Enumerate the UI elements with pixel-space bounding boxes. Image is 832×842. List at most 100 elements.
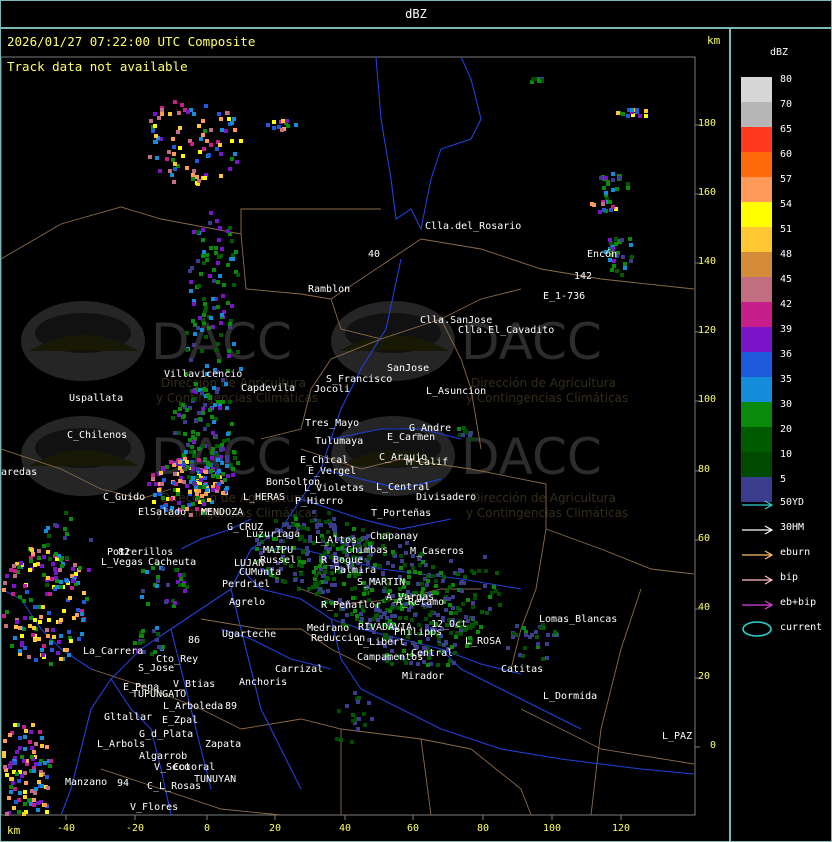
echo-cell [41, 653, 45, 657]
echo-cell [173, 100, 177, 104]
echo-cell [23, 584, 27, 588]
echo-cell [58, 568, 62, 572]
echo-cell [470, 569, 474, 573]
echo-cell [416, 582, 420, 586]
echo-cell [168, 112, 172, 116]
echo-cell [449, 631, 453, 635]
echo-cell [621, 255, 625, 259]
place-label: E_Chical [300, 455, 348, 466]
echo-cell [22, 599, 26, 603]
echo-cell [635, 108, 639, 112]
echo-cell [301, 526, 305, 530]
legend-swatch [741, 352, 772, 377]
echo-cell [448, 585, 452, 589]
legend-level-label: 45 [780, 274, 793, 285]
echo-cell [191, 319, 195, 323]
echo-cell [230, 239, 234, 243]
echo-cell [37, 549, 41, 553]
track-key-label: eb+bip [780, 597, 817, 608]
echo-cell [623, 262, 627, 266]
echo-cell [20, 755, 24, 759]
echo-cell [203, 309, 207, 313]
echo-cell [216, 475, 220, 479]
legend-level-label: 20 [780, 424, 793, 435]
echo-cell [223, 478, 227, 482]
echo-cell [220, 461, 224, 465]
place-label: C_Chilenos [67, 430, 127, 441]
echo-cell [14, 800, 18, 804]
echo-cell [11, 592, 15, 596]
echo-cell [215, 390, 219, 394]
legend-swatch [741, 277, 772, 302]
place-label: L_Violetas [304, 483, 364, 494]
echo-cell [471, 616, 475, 620]
x-tick-label: 60 [406, 823, 420, 834]
echo-cell [456, 572, 460, 576]
place-label: Ramblon [308, 284, 350, 295]
echo-cell [36, 808, 40, 812]
echo-cell [40, 564, 44, 568]
echo-cell [205, 139, 209, 143]
echo-cell [204, 470, 208, 474]
echo-cell [149, 119, 153, 123]
echo-cell [455, 631, 459, 635]
echo-cell [46, 543, 50, 547]
echo-cell [141, 629, 145, 633]
echo-cell [413, 570, 417, 574]
echo-cell [32, 798, 36, 802]
echo-cell [197, 447, 201, 451]
echo-cell [162, 478, 166, 482]
echo-cell [69, 517, 73, 521]
place-label: 86 [188, 635, 200, 646]
echo-cell [197, 179, 201, 183]
echo-cell [441, 579, 445, 583]
echo-cell [308, 539, 312, 543]
echo-cell [53, 523, 57, 527]
echo-cell [20, 634, 24, 638]
echo-cell [8, 733, 12, 737]
echo-cell [148, 155, 152, 159]
echo-cell [400, 559, 404, 563]
echo-cell [48, 764, 52, 768]
y-tick-label: 80 [698, 464, 711, 475]
echo-cell [424, 617, 428, 621]
echo-cell [214, 434, 218, 438]
echo-cell [367, 701, 371, 705]
echo-cell [310, 519, 314, 523]
echo-cell [33, 605, 37, 609]
echo-cell [488, 595, 492, 599]
echo-cell [374, 614, 378, 618]
echo-cell [459, 632, 463, 636]
echo-cell [200, 494, 204, 498]
echo-cell [464, 429, 468, 433]
place-label: Cotoral [173, 762, 215, 773]
echo-cell [67, 630, 71, 634]
echo-cell [209, 316, 213, 320]
echo-cell [454, 611, 458, 615]
echo-cell [70, 586, 74, 590]
track-key-label: current [780, 622, 823, 633]
place-label: CUMunta [239, 567, 281, 578]
place-label: Chapanay [370, 531, 418, 542]
track-key-label: eburn [780, 547, 811, 558]
echo-cell [174, 568, 178, 572]
echo-cell [614, 242, 618, 246]
legend-swatch [741, 102, 772, 127]
echo-cell [198, 485, 202, 489]
legend-swatch [741, 152, 772, 177]
echo-cell [9, 790, 13, 794]
echo-cell [219, 117, 223, 121]
echo-cell [31, 633, 35, 637]
echo-cell [205, 364, 209, 368]
echo-cell [178, 583, 182, 587]
echo-cell [473, 593, 477, 597]
echo-cell [217, 359, 221, 363]
echo-cell [209, 246, 213, 250]
echo-cell [452, 661, 456, 665]
echo-cell [483, 584, 487, 588]
echo-cell [50, 648, 54, 652]
echo-cell [153, 112, 157, 116]
echo-cell [177, 111, 181, 115]
echo-cell [164, 600, 168, 604]
radar-map[interactable]: DACCDirección de Agriculturay Contingenc… [1, 29, 729, 841]
